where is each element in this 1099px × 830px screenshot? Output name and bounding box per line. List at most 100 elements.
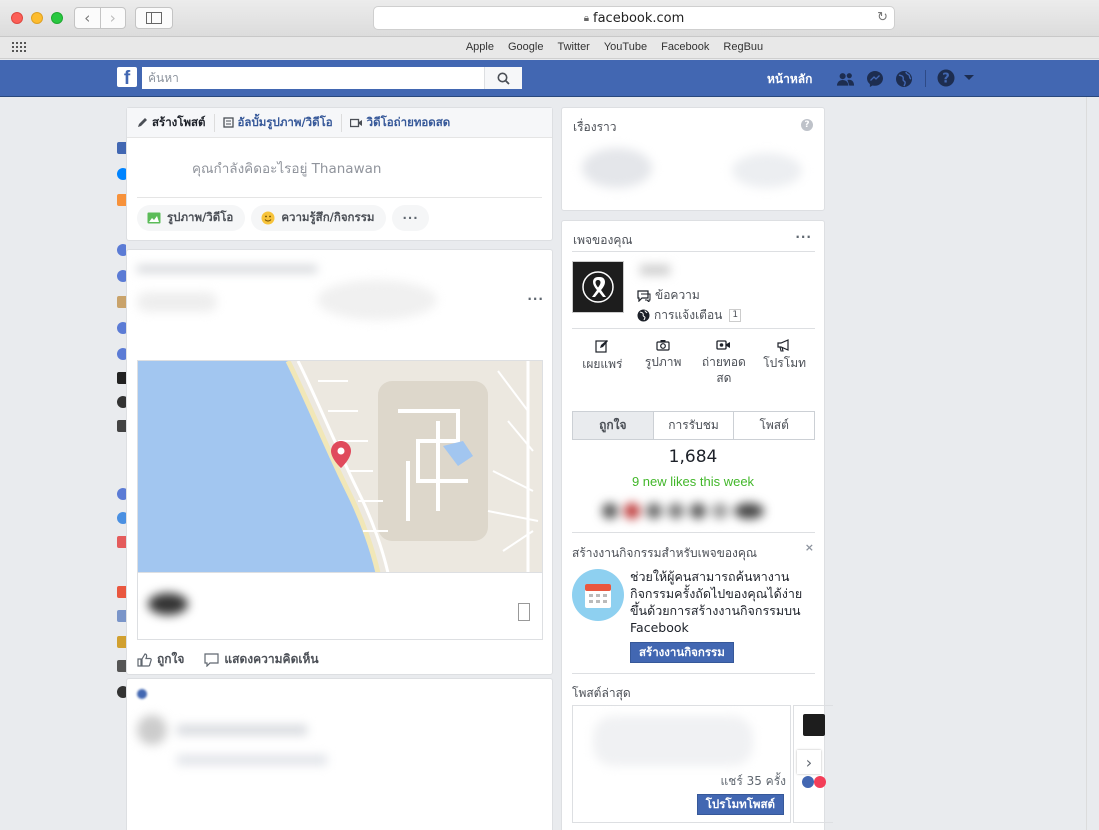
search-box	[142, 67, 522, 89]
window-right-edge	[1086, 97, 1099, 830]
tab-views[interactable]: การรับชม	[652, 412, 734, 439]
smiley-icon	[261, 211, 275, 225]
pages-options-button[interactable]: ···	[795, 230, 812, 244]
stories-content-blurred[interactable]	[582, 138, 812, 198]
latest-post-card[interactable]: แชร์ 35 ครั้ง โปรโมทโพสต์	[572, 705, 791, 823]
tab-create-post[interactable]: สร้างโพสต์	[135, 114, 214, 132]
games-icon[interactable]	[117, 636, 126, 648]
photo-icon	[147, 212, 161, 224]
news-feed-icon[interactable]	[117, 142, 126, 154]
svg-text:?: ?	[942, 72, 950, 87]
close-window-button[interactable]	[11, 12, 23, 24]
tab-photo-album[interactable]: อัลบั้มรูปภาพ/วิดีโอ	[213, 113, 341, 132]
like-button[interactable]: ถูกใจ	[137, 650, 184, 669]
search-button[interactable]	[484, 67, 522, 89]
messages-label: ข้อความ	[655, 288, 700, 302]
forward-button[interactable]: ›	[99, 8, 126, 28]
events-calendar-icon[interactable]	[117, 536, 126, 548]
page-avatar[interactable]	[572, 261, 624, 313]
favorite-google[interactable]: Google	[508, 41, 543, 53]
divider	[572, 532, 815, 533]
group-item-icon[interactable]	[117, 270, 126, 282]
thumbs-up-icon	[137, 652, 152, 667]
photo-button[interactable]: รูปภาพ	[634, 339, 692, 386]
messages-link[interactable]: ข้อความ	[637, 285, 741, 305]
search-input[interactable]	[142, 67, 484, 89]
explore-item-icon[interactable]	[117, 512, 126, 524]
search-icon	[497, 72, 510, 85]
post-options-icon[interactable]: ···	[527, 292, 544, 306]
album-icon	[222, 117, 234, 128]
page-info: ข้อความ การแจ้งเตือน 1	[637, 285, 742, 325]
like-label: ถูกใจ	[157, 652, 185, 666]
minimize-window-button[interactable]	[31, 12, 43, 24]
facebook-logo[interactable]: f	[117, 67, 137, 87]
favorite-regbuu[interactable]: RegBuu	[723, 41, 763, 53]
close-icon[interactable]: ×	[805, 541, 814, 554]
header-divider	[925, 70, 926, 87]
recent-likers-avatars-blurred[interactable]	[602, 503, 792, 519]
notifications-label: การแจ้งเตือน	[654, 308, 723, 322]
location-map[interactable]	[137, 360, 543, 572]
create-event-button[interactable]: สร้างงานกิจกรรม	[630, 642, 734, 663]
notifications-link[interactable]: การแจ้งเตือน 1	[637, 305, 742, 325]
love-reaction-icon	[814, 776, 826, 788]
marketplace-icon[interactable]	[117, 194, 126, 206]
photo-item-icon[interactable]	[117, 296, 126, 308]
tab-live-video[interactable]: วิดีโอถ่ายทอดสด	[340, 113, 459, 132]
place-action-icon[interactable]	[518, 603, 530, 621]
account-menu-caret-icon[interactable]	[963, 74, 975, 82]
back-button[interactable]: ‹	[75, 8, 100, 28]
help-icon[interactable]: ?	[801, 119, 813, 131]
favorite-twitter[interactable]: Twitter	[557, 41, 589, 53]
comment-button[interactable]: แสดงความคิดเห็น	[204, 650, 319, 669]
your-pages-title: เพจของคุณ	[573, 233, 633, 247]
stories-card: เรื่องราว ?	[561, 107, 825, 211]
messenger-icon[interactable]	[865, 69, 884, 88]
messenger-nav-icon[interactable]	[117, 168, 126, 180]
live-button[interactable]: ถ่ายทอดสด	[695, 339, 753, 386]
friend-requests-icon[interactable]	[836, 69, 855, 88]
tab-posts[interactable]: โพสต์	[733, 412, 814, 439]
feeling-activity-label: ความรู้สึก/กิจกรรม	[281, 210, 375, 224]
friend-lists-icon[interactable]	[117, 610, 126, 622]
group-item-icon[interactable]	[117, 348, 126, 360]
live-video-icon	[716, 340, 731, 350]
publish-button[interactable]: เผยแพร่	[573, 339, 631, 386]
address-bar[interactable]: 🔒︎ facebook.com ↻	[373, 6, 895, 30]
home-link[interactable]: หน้าหลัก	[767, 70, 812, 89]
favorite-apple[interactable]: Apple	[466, 41, 494, 53]
clock-icon[interactable]	[117, 396, 126, 408]
group-item-icon[interactable]	[117, 322, 126, 334]
zoom-window-button[interactable]	[51, 12, 63, 24]
next-arrow-icon[interactable]: ›	[797, 750, 821, 774]
composer-actions: รูปภาพ/วิดีโอ ความรู้สึก/กิจกรรม ···	[127, 198, 552, 231]
more-options-button[interactable]: ···	[392, 205, 429, 231]
page-name-blurred[interactable]	[640, 265, 670, 275]
help-icon[interactable]: ?	[937, 69, 955, 87]
photo-label: รูปภาพ	[644, 355, 682, 369]
apps-item-icon[interactable]	[117, 660, 126, 672]
feeling-activity-button[interactable]: ความรู้สึก/กิจกรรม	[251, 205, 387, 231]
add-photo-video-button[interactable]: รูปภาพ/วิดีโอ	[137, 205, 246, 231]
latest-post-card-next[interactable]: ›	[793, 705, 833, 823]
groups-nav-icon[interactable]	[117, 244, 126, 256]
latest-post-content-blurred	[593, 716, 753, 766]
favorite-facebook[interactable]: Facebook	[661, 41, 709, 53]
graduation-icon[interactable]	[117, 372, 126, 384]
promote-post-button[interactable]: โปรโมทโพสต์	[696, 794, 784, 815]
divider	[572, 328, 815, 329]
explore-groups-icon[interactable]	[117, 488, 126, 500]
megaphone-icon	[777, 339, 789, 352]
tab-likes[interactable]: ถูกใจ	[573, 412, 653, 439]
sidebar-toggle-button[interactable]	[135, 7, 173, 29]
map-footer[interactable]	[137, 572, 543, 640]
status-input[interactable]: คุณกำลังคิดอะไรอยู่ Thanawan	[137, 138, 542, 198]
camera-icon[interactable]	[117, 686, 126, 698]
promote-button[interactable]: โปรโมท	[756, 339, 814, 386]
flag-icon[interactable]	[117, 586, 126, 598]
page-item-icon[interactable]	[117, 420, 126, 432]
reload-icon[interactable]: ↻	[877, 10, 888, 25]
notifications-globe-icon[interactable]	[894, 69, 913, 88]
favorite-youtube[interactable]: YouTube	[604, 41, 647, 53]
